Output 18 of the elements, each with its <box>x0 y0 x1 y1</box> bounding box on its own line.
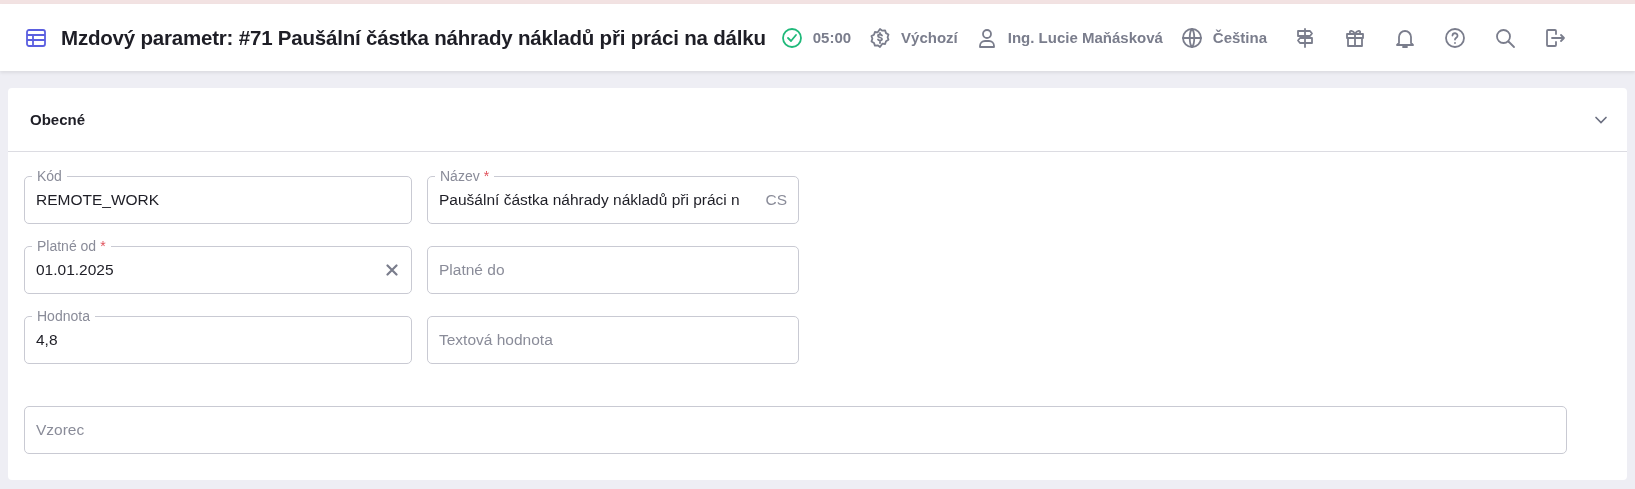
clear-icon[interactable] <box>386 264 398 276</box>
input-field[interactable]: Textová hodnota <box>427 306 799 364</box>
input-field[interactable]: Kód REMOTE_WORK <box>24 166 412 224</box>
input-field[interactable]: Vzorec <box>24 406 1567 454</box>
header-label[interactable]: Výchozí <box>901 29 958 46</box>
help-icon[interactable] <box>1443 25 1467 50</box>
section-title: Obecné <box>30 111 86 128</box>
input-field[interactable]: Název * Paušální částka náhrady nákladů při práci n CS <box>427 166 799 224</box>
check-circle-icon <box>779 25 804 50</box>
input-field[interactable]: Platné od * 01.01.2025 <box>24 236 412 294</box>
globe-icon[interactable] <box>1179 25 1204 50</box>
header-label[interactable]: 05:00 <box>812 29 852 46</box>
language-suffix: CS <box>765 191 787 209</box>
header-label[interactable]: Čeština <box>1212 29 1267 46</box>
input-field[interactable]: Platné do <box>427 236 799 294</box>
input-field[interactable]: Hodnota 4,8 <box>24 306 412 364</box>
header-label[interactable]: Ing. Lucie Maňásková <box>1007 29 1163 46</box>
page-title: Mzdový parametr: #71 Paušální částka náhrady nákladů při práci na dálku <box>61 25 766 50</box>
